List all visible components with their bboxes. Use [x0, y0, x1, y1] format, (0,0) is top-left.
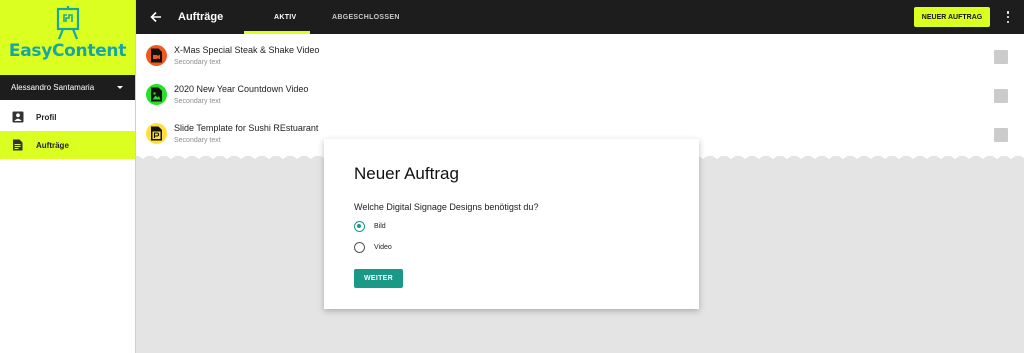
sidebar-item-label: Aufträge — [36, 140, 69, 150]
sidebar: EasyContent Alessandro Santamaria Profil… — [0, 0, 136, 353]
checkbox[interactable] — [994, 89, 1008, 103]
image-file-icon — [146, 84, 167, 105]
sidebar-item-auftraege[interactable]: Aufträge — [0, 131, 135, 159]
checkbox[interactable] — [994, 128, 1008, 142]
list-item-subtitle: Secondary text — [174, 98, 221, 105]
radio-label: Video — [374, 244, 392, 251]
list-item-title: X-Mas Special Steak & Shake Video — [174, 45, 320, 55]
document-icon — [13, 139, 23, 151]
tab-abgeschlossen[interactable]: ABGESCHLOSSEN — [332, 14, 400, 21]
checkbox[interactable] — [994, 50, 1008, 64]
radio-label: Bild — [374, 223, 386, 230]
tab-aktiv[interactable]: AKTIV — [274, 14, 297, 21]
person-icon — [12, 111, 24, 123]
list-item-subtitle: Secondary text — [174, 137, 221, 144]
radio-option-video[interactable]: Video — [354, 242, 392, 253]
logo[interactable]: EasyContent — [0, 0, 135, 75]
arrow-back-icon[interactable] — [149, 10, 163, 24]
video-file-icon — [146, 45, 167, 66]
radio-option-bild[interactable]: Bild — [354, 221, 386, 232]
new-order-dialog: Neuer Auftrag Welche Digital Signage Des… — [324, 139, 699, 309]
sidebar-item-label: Profil — [36, 112, 57, 122]
user-name: Alessandro Santamaria — [11, 83, 95, 92]
radio-button[interactable] — [354, 242, 365, 253]
sidebar-item-profil[interactable]: Profil — [0, 103, 135, 131]
list-item-title: Slide Template for Sushi REstuarant — [174, 123, 319, 133]
page-title: Aufträge — [178, 11, 224, 23]
more-vert-icon[interactable] — [1005, 10, 1011, 24]
order-list: X-Mas Special Steak & Shake Video Second… — [136, 34, 1024, 156]
top-app-bar: Aufträge AKTIV ABGESCHLOSSEN NEUER AUFTR… — [136, 0, 1024, 34]
new-order-button[interactable]: NEUER AUFTRAG — [914, 7, 990, 27]
list-item-subtitle: Secondary text — [174, 59, 221, 66]
radio-button-checked[interactable] — [354, 221, 365, 232]
list-item[interactable]: X-Mas Special Steak & Shake Video Second… — [136, 34, 1024, 73]
list-item-title: 2020 New Year Countdown Video — [174, 84, 309, 94]
powerpoint-file-icon — [146, 123, 167, 144]
logo-text: EasyContent — [8, 41, 127, 61]
dialog-title: Neuer Auftrag — [354, 164, 459, 183]
caret-down-icon — [117, 86, 123, 89]
weiter-button[interactable]: WEITER — [354, 269, 403, 288]
easel-icon — [56, 6, 79, 40]
user-menu[interactable]: Alessandro Santamaria — [0, 75, 135, 100]
list-item[interactable]: 2020 New Year Countdown Video Secondary … — [136, 73, 1024, 112]
dialog-question: Welche Digital Signage Designs benötigst… — [354, 202, 539, 212]
